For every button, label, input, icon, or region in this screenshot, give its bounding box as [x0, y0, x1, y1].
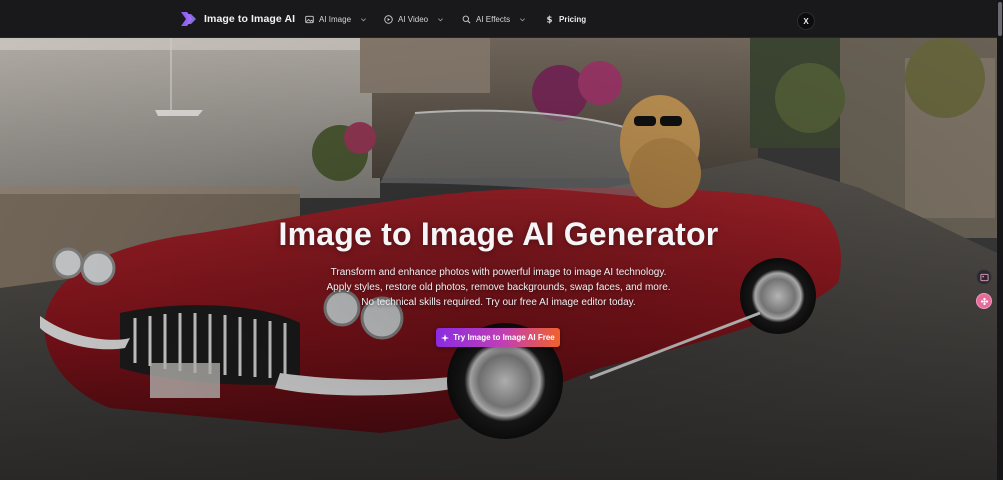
nav-item-label: AI Effects	[476, 15, 511, 24]
nav-item-ai-effects[interactable]: AI Effects	[462, 15, 526, 24]
dollar-icon: $	[547, 16, 553, 24]
hero-overlay	[0, 38, 997, 480]
svg-text:$: $	[547, 16, 553, 24]
hero-title: Image to Image AI Generator	[278, 216, 719, 252]
hero-subtitle-line: No technical skills required. Try our fr…	[361, 297, 636, 308]
brand-logo-icon	[181, 12, 196, 26]
side-image-tool-button[interactable]	[976, 269, 992, 285]
hero-subtitle-line: Apply styles, restore old photos, remove…	[326, 282, 671, 293]
sparkle-icon	[441, 333, 450, 342]
top-navbar: Image to Image AI AI Image AI Video AI E…	[0, 0, 997, 38]
play-circle-icon	[384, 15, 393, 24]
chevron-down-icon	[438, 18, 444, 22]
nav-item-pricing[interactable]: $ Pricing	[545, 15, 587, 24]
nav-item-ai-video[interactable]: AI Video	[384, 15, 444, 24]
nav-item-label: AI Video	[398, 15, 429, 24]
hero-section: Image to Image AI Generator Transform an…	[0, 38, 997, 480]
flower-icon	[980, 297, 988, 305]
close-button[interactable]: X	[797, 12, 815, 30]
image-edit-icon	[979, 273, 989, 281]
nav-item-ai-image[interactable]: AI Image	[305, 15, 367, 24]
nav-item-label: AI Image	[319, 15, 352, 24]
try-free-button-label: Try Image to Image AI Free	[453, 333, 555, 342]
hero-subtitle-line: Transform and enhance photos with powerf…	[330, 267, 667, 278]
scrollbar-thumb[interactable]	[998, 2, 1002, 36]
nav-item-label: Pricing	[559, 15, 587, 24]
chevron-down-icon	[361, 18, 367, 22]
side-effects-button[interactable]	[976, 293, 992, 309]
chevron-down-icon	[520, 18, 526, 22]
brand-name: Image to Image AI	[204, 13, 296, 25]
brand-logo[interactable]: Image to Image AI	[181, 12, 295, 26]
image-icon	[305, 15, 314, 24]
try-free-button[interactable]: Try Image to Image AI Free	[436, 328, 560, 347]
page-scrollbar[interactable]	[997, 0, 1003, 480]
sparkle-search-icon	[462, 15, 471, 24]
